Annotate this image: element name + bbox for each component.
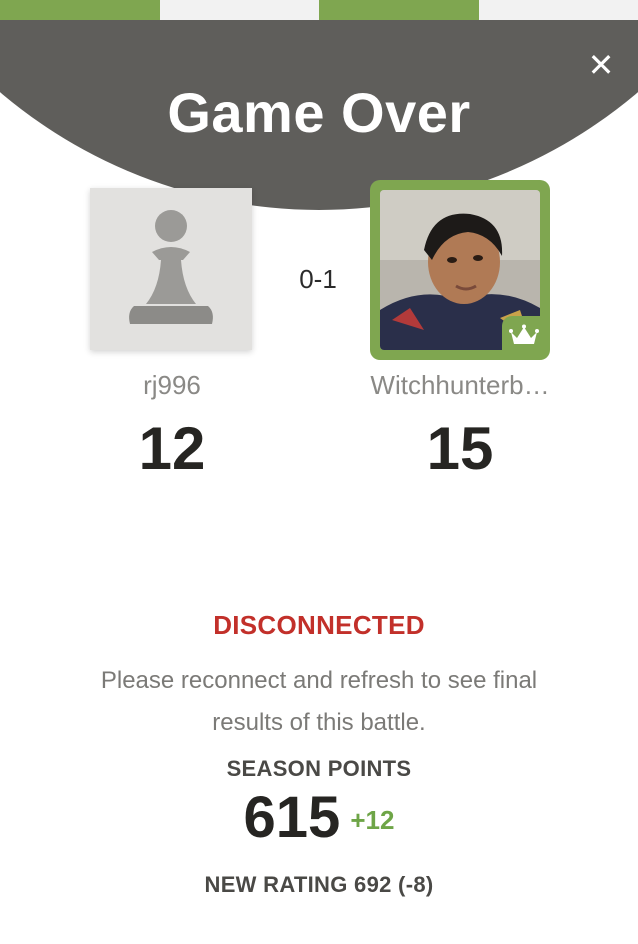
player-name-left[interactable]: rj996	[60, 370, 284, 401]
pawn-icon	[129, 210, 213, 324]
new-rating: NEW RATING 692 (-8)	[204, 872, 434, 897]
player-score-left: 12	[138, 415, 206, 482]
player-avatar-right	[370, 180, 550, 360]
season-points-value: 615	[243, 785, 341, 850]
status-message: Please reconnect and refresh to see fina…	[100, 667, 538, 736]
crown-icon	[509, 324, 539, 344]
player-name-right[interactable]: Witchhunterb…	[340, 370, 580, 401]
close-icon[interactable]: ✕	[584, 48, 618, 82]
player-score-right: 15	[426, 415, 494, 482]
match-result: 0-1	[299, 264, 337, 294]
crown-badge	[502, 316, 546, 356]
season-points-row: 615 +12	[0, 784, 638, 851]
connection-status: DISCONNECTED	[213, 610, 425, 640]
player-avatar-left	[90, 188, 252, 350]
game-over-modal: Game Over ✕ 0-1 rj996 Witchhunterb… 12 1…	[0, 20, 638, 944]
season-points-delta: +12	[350, 805, 395, 835]
season-points-label: SEASON POINTS	[226, 756, 412, 781]
modal-title: Game Over	[167, 81, 471, 144]
